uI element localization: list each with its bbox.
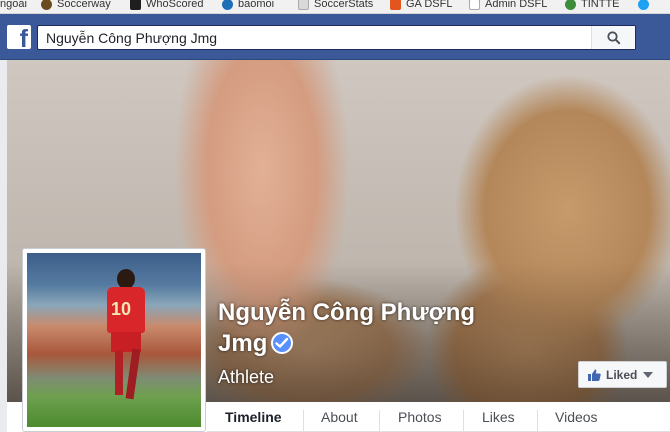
player-figure: 10	[105, 269, 149, 419]
search-icon	[606, 30, 621, 45]
bookmark-item[interactable]: ngoai	[0, 0, 27, 12]
bookmark-label: SoccerStats	[314, 0, 374, 10]
bookmark-item[interactable]: WhoScored	[130, 0, 203, 12]
profile-tabs: Timeline About Photos Likes Videos	[207, 402, 670, 432]
tintte-icon	[565, 0, 576, 10]
bookmark-item[interactable]: Soccerway	[41, 0, 111, 12]
soccerway-icon	[41, 0, 52, 10]
bookmark-label: baomoi	[238, 0, 275, 10]
facebook-top-bar: f	[0, 14, 670, 60]
player-shirt: 10	[107, 287, 145, 333]
tab-about[interactable]: About	[321, 402, 358, 432]
page-name-line1: Nguyễn Công Phượng	[218, 299, 476, 326]
bookmark-label: GA DSFL	[406, 0, 453, 10]
bookmark-item[interactable]: SoccerStats	[298, 0, 373, 12]
bookmark-label: Admin DSFL	[485, 0, 548, 10]
thumbs-up-icon	[588, 369, 601, 381]
page-category: Athlete	[218, 367, 275, 387]
whoscored-icon	[130, 0, 141, 10]
player-leg	[115, 351, 123, 395]
page-icon	[298, 0, 309, 10]
page-margin	[0, 60, 7, 432]
page-icon	[469, 0, 480, 10]
tab-videos[interactable]: Videos	[555, 402, 598, 432]
bookmarks-bar: ngoai Soccerway WhoScored baomoi SoccerS…	[0, 0, 670, 14]
bookmark-label: WhoScored	[146, 0, 204, 10]
tab-divider	[463, 410, 464, 432]
tab-timeline[interactable]: Timeline	[225, 402, 282, 432]
chevron-down-icon	[643, 371, 654, 378]
verified-badge-icon	[271, 331, 294, 354]
search-button[interactable]	[591, 26, 635, 49]
profile-photo-image: 10	[27, 253, 201, 427]
bookmark-item[interactable]: baomoi	[222, 0, 274, 12]
baomoi-icon	[222, 0, 233, 10]
liked-label: Liked	[606, 367, 638, 382]
bookmark-label: TINTTE	[581, 0, 620, 10]
search-input[interactable]	[38, 26, 593, 49]
tab-divider	[379, 410, 380, 432]
search-box	[37, 25, 636, 50]
tab-label: Videos	[555, 409, 598, 425]
bookmark-item[interactable]: Admin DSFL	[469, 0, 547, 12]
liked-button[interactable]: Liked	[578, 361, 667, 388]
tab-divider	[537, 410, 538, 432]
tab-label: Likes	[482, 409, 515, 425]
ga-icon	[390, 0, 401, 10]
tab-label: About	[321, 409, 358, 425]
player-head	[117, 269, 135, 289]
bookmark-label: ngoai	[0, 0, 27, 10]
bookmark-item[interactable]: TINTTE	[565, 0, 620, 12]
page-name-line2: Jmg	[218, 330, 268, 357]
tab-photos[interactable]: Photos	[398, 402, 442, 432]
bookmark-label: Soccerway	[57, 0, 111, 10]
player-leg	[125, 348, 141, 400]
profile-picture[interactable]: 10	[22, 248, 206, 432]
tab-likes[interactable]: Likes	[482, 402, 515, 432]
tab-divider	[303, 410, 304, 432]
twitter-icon	[638, 0, 649, 10]
bookmark-item[interactable]: GA DSFL	[390, 0, 452, 12]
bookmark-item[interactable]	[638, 0, 654, 12]
page-name[interactable]: Nguyễn Công Phượng Jmg	[218, 297, 548, 359]
facebook-logo-icon[interactable]: f	[7, 25, 31, 52]
tab-label: Photos	[398, 409, 442, 425]
tab-label: Timeline	[225, 409, 282, 425]
jersey-number: 10	[111, 299, 132, 319]
